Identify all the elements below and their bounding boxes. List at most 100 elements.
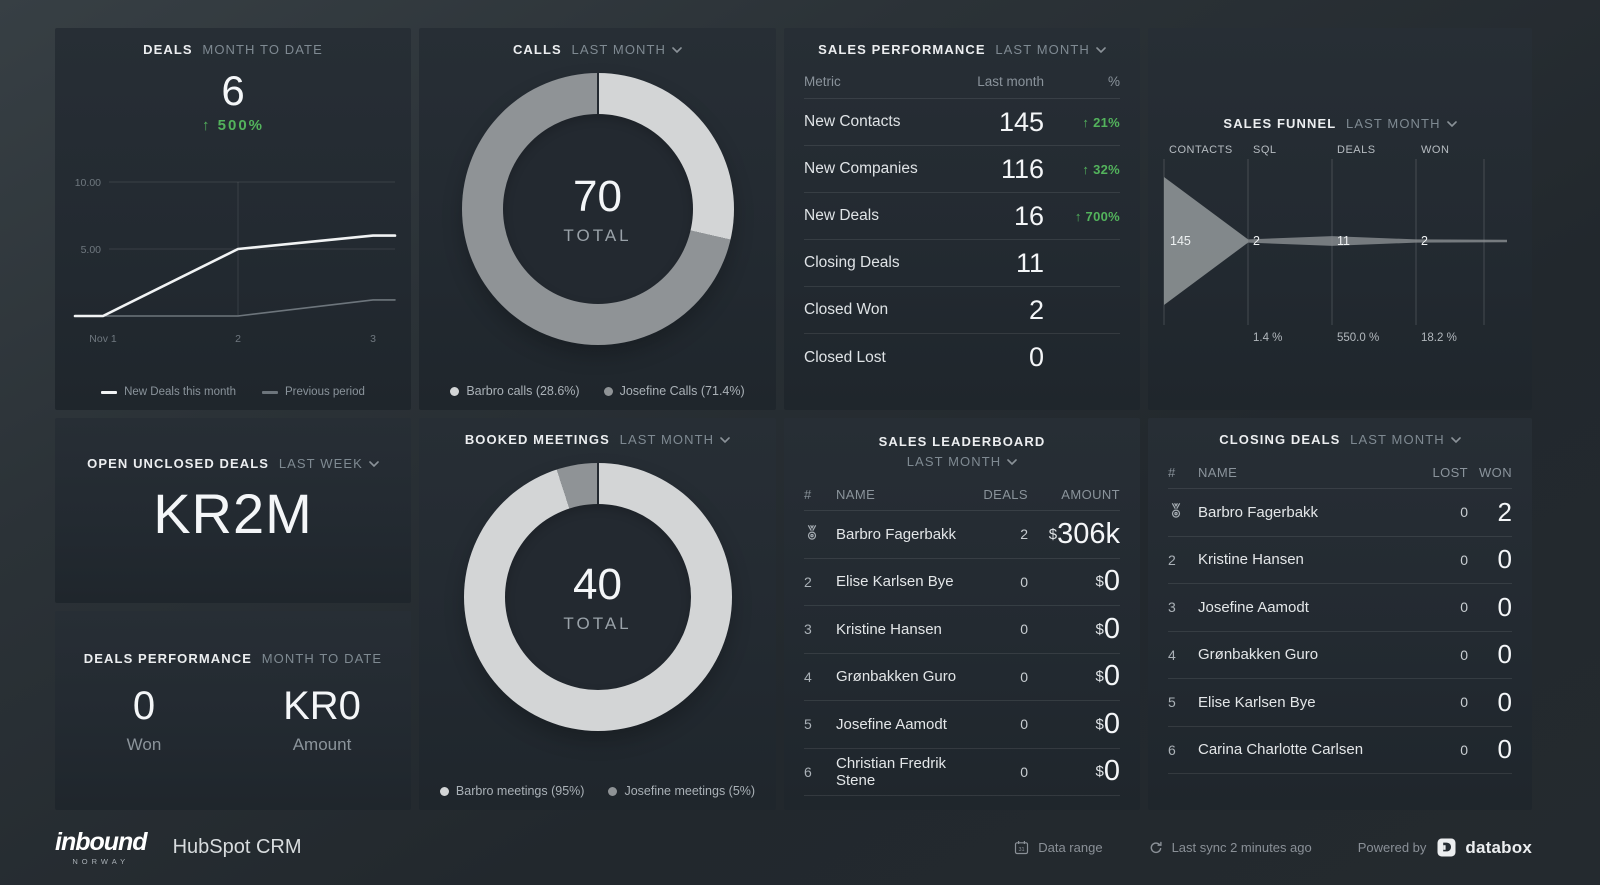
deals-cell: 2	[970, 526, 1028, 542]
funnel-stage-label: WON	[1421, 144, 1449, 156]
rank-cell: 4	[804, 669, 836, 685]
card-header: OPEN UNCLOSED DEALS LAST WEEK	[87, 456, 379, 471]
inbound-logo-text: inbound	[55, 830, 147, 855]
last-sync-label: Last sync 2 minutes ago	[1172, 840, 1312, 855]
column-percent: %	[1044, 74, 1120, 89]
amount-cell: $0	[1028, 708, 1120, 741]
metric-name: New Contacts	[804, 113, 952, 131]
metric-name: Closing Deals	[804, 254, 952, 272]
table-row: 5Josefine Aamodt0$0	[804, 701, 1120, 749]
deals-cell: 0	[970, 716, 1028, 732]
period-label: LAST MONTH	[907, 454, 1002, 469]
card-title: SALES FUNNEL	[1223, 116, 1336, 131]
name-cell: Grønbakken Guro	[836, 668, 970, 685]
table-row: Closed Lost0	[804, 334, 1120, 381]
chevron-down-icon	[369, 461, 379, 467]
databox-icon	[1437, 838, 1456, 857]
metric-label: Amount	[233, 735, 411, 755]
name-cell: Carina Charlotte Carlsen	[1198, 741, 1420, 758]
won-cell: 0	[1468, 639, 1512, 670]
rank-cell: 3	[1168, 599, 1198, 615]
medal-icon	[1168, 502, 1184, 520]
chart-legend: Barbro calls (28.6%)Josefine Calls (71.4…	[419, 384, 776, 398]
amount-cell: $0	[1028, 660, 1120, 693]
chevron-down-icon	[720, 437, 730, 443]
table-row: 2Elise Karlsen Bye0$0	[804, 559, 1120, 607]
lost-cell: 0	[1420, 742, 1468, 758]
period-label: LAST MONTH	[1350, 432, 1445, 447]
dashboard-title: HubSpot CRM	[173, 836, 302, 859]
metric-name: New Companies	[804, 160, 952, 178]
table-header: #NAMEDEALSAMOUNT	[804, 479, 1120, 511]
column-lost: LOST	[1420, 465, 1468, 480]
legend-swatch	[262, 391, 278, 394]
card-title: CALLS	[513, 42, 562, 57]
donut-center-label: TOTAL	[563, 226, 631, 246]
rank-cell: 4	[1168, 647, 1198, 663]
table-row: New Companies116↑ 32%	[804, 146, 1120, 193]
powered-by-databox[interactable]: Powered by databox	[1358, 838, 1532, 858]
period-dropdown[interactable]: LAST MONTH	[907, 454, 1018, 469]
footer-right: 31 Data range Last sync 2 minutes ago Po…	[1014, 838, 1532, 858]
lost-cell: 0	[1420, 599, 1468, 615]
table-row: 3Kristine Hansen0$0	[804, 606, 1120, 654]
period-dropdown[interactable]: LAST MONTH	[567, 42, 683, 57]
metric-value: 6	[55, 67, 411, 115]
chevron-down-icon	[672, 47, 682, 53]
lost-cell: 0	[1420, 552, 1468, 568]
lost-cell: 0	[1420, 694, 1468, 710]
rank-cell: 6	[804, 764, 836, 780]
legend-label: New Deals this month	[124, 386, 236, 398]
data-range-button[interactable]: 31 Data range	[1014, 840, 1102, 855]
legend-label: Josefine meetings (5%)	[624, 784, 755, 798]
funnel-stage-label: CONTACTS	[1169, 144, 1233, 156]
metric-name: Closed Won	[804, 301, 952, 319]
table-row: 3Josefine Aamodt00	[1168, 584, 1512, 632]
metrics-table: MetricLast month%New Contacts145↑ 21%New…	[784, 65, 1140, 381]
name-cell: Elise Karlsen Bye	[1198, 694, 1420, 711]
card-header: SALES PERFORMANCE LAST MONTH	[784, 42, 1140, 57]
footer-left: inbound NORWAY HubSpot CRM	[55, 830, 302, 866]
period-dropdown[interactable]: LAST MONTH	[1341, 116, 1457, 131]
metric-value: 116	[952, 154, 1044, 185]
period-dropdown[interactable]: LAST MONTH	[1345, 432, 1461, 447]
metric-value: 0	[55, 684, 233, 729]
legend-label: Previous period	[285, 386, 365, 398]
period-label: LAST MONTH	[572, 42, 667, 57]
period-label: LAST WEEK	[279, 456, 363, 471]
donut-center-value: 40	[573, 560, 622, 610]
table-row: New Contacts145↑ 21%	[804, 99, 1120, 146]
won-cell: 0	[1468, 544, 1512, 575]
name-cell: Elise Karlsen Bye	[836, 573, 970, 590]
period-dropdown[interactable]: LAST MONTH	[615, 432, 731, 447]
card-header: SALES LEADERBOARD	[784, 434, 1140, 449]
lost-cell: 0	[1420, 504, 1468, 520]
x-axis-tick-label: Nov 1	[89, 333, 117, 345]
period-label: LAST MONTH	[620, 432, 715, 447]
databox-wordmark: databox	[1465, 838, 1532, 858]
card-closing-deals: CLOSING DEALS LAST MONTH #NAMELOSTWONBar…	[1148, 418, 1532, 810]
donut-center: 70 TOTAL	[503, 114, 693, 304]
metric-name: New Deals	[804, 207, 952, 225]
won-cell: 2	[1468, 497, 1512, 528]
card-title: SALES PERFORMANCE	[818, 42, 986, 57]
deals-cell: 0	[970, 764, 1028, 780]
x-axis-tick-label: 2	[235, 333, 241, 345]
period-dropdown[interactable]: LAST WEEK	[274, 456, 379, 471]
card-title: OPEN UNCLOSED DEALS	[87, 456, 269, 471]
column-amount: AMOUNT	[1028, 487, 1120, 502]
sync-icon[interactable]	[1149, 841, 1163, 855]
powered-by-label: Powered by	[1358, 840, 1427, 855]
footer: inbound NORWAY HubSpot CRM 31 Data range…	[0, 810, 1600, 885]
card-booked-meetings: BOOKED MEETINGS LAST MONTH 40 TOTAL Barb…	[419, 418, 776, 810]
period-dropdown[interactable]: LAST MONTH	[990, 42, 1106, 57]
table-row: Barbro Fagerbakk02	[1168, 489, 1512, 537]
metric-value: 145	[952, 107, 1044, 138]
funnel-stage-label: SQL	[1253, 144, 1277, 156]
won-cell: 0	[1468, 687, 1512, 718]
table-row: 5Elise Karlsen Bye00	[1168, 679, 1512, 727]
won-cell: 0	[1468, 592, 1512, 623]
chevron-down-icon	[1451, 437, 1461, 443]
legend-item: Josefine meetings (5%)	[608, 784, 755, 798]
table-header: #NAMELOSTWON	[1168, 457, 1512, 489]
